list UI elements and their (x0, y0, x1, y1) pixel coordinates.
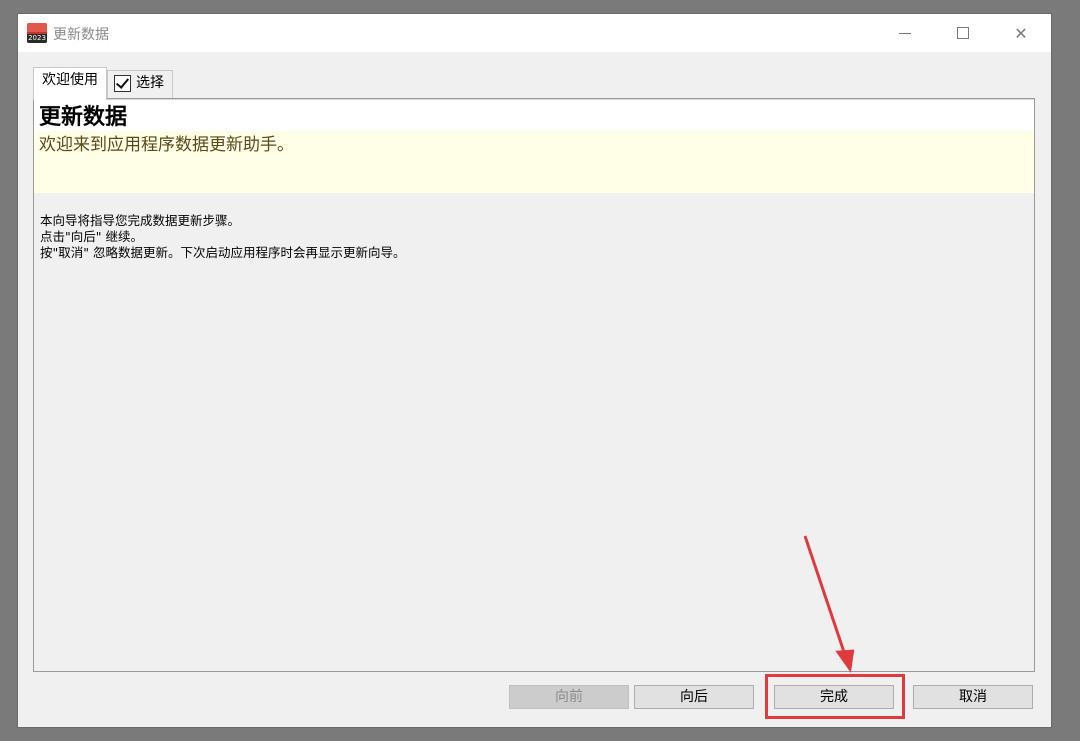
title-bar[interactable]: 2023 更新数据 ✕ (18, 14, 1051, 52)
instruction-line: 本向导将指导您完成数据更新步骤。 (40, 213, 241, 228)
maximize-icon (957, 27, 969, 39)
header-area (34, 100, 1034, 131)
tab-welcome[interactable]: 欢迎使用 (33, 67, 107, 100)
dialog-window: 2023 更新数据 ✕ 欢迎使用 选择 更新数据 欢迎来到应用程序数据更新助手。… (18, 14, 1051, 727)
tab-select-label: 选择 (136, 75, 164, 91)
close-button[interactable]: ✕ (992, 14, 1050, 52)
maximize-button[interactable] (934, 14, 992, 52)
app-logo-icon: 2023 (27, 23, 47, 43)
window-title: 更新数据 (53, 27, 109, 43)
instruction-line: 按"取消" 忽略数据更新。下次启动应用程序时会再显示更新向导。 (40, 245, 406, 260)
page-title: 更新数据 (39, 104, 128, 130)
back-button[interactable]: 向前 (509, 685, 629, 709)
tab-welcome-label: 欢迎使用 (42, 72, 98, 88)
select-checkbox[interactable] (114, 75, 131, 92)
wizard-panel: 更新数据 欢迎来到应用程序数据更新助手。 本向导将指导您完成数据更新步骤。 点击… (33, 98, 1035, 672)
minimize-icon (899, 32, 911, 34)
app-icon-year: 2023 (27, 34, 47, 43)
finish-button[interactable]: 完成 (774, 685, 894, 709)
cancel-button[interactable]: 取消 (913, 685, 1033, 709)
tab-select[interactable]: 选择 (107, 70, 173, 98)
page-subtitle: 欢迎来到应用程序数据更新助手。 (39, 135, 294, 155)
next-button[interactable]: 向后 (634, 685, 754, 709)
instruction-line: 点击"向后" 继续。 (40, 229, 143, 244)
instructions-text: 本向导将指导您完成数据更新步骤。 点击"向后" 继续。 按"取消" 忽略数据更新… (40, 213, 405, 261)
minimize-button[interactable] (876, 14, 934, 52)
close-icon: ✕ (1014, 23, 1028, 43)
